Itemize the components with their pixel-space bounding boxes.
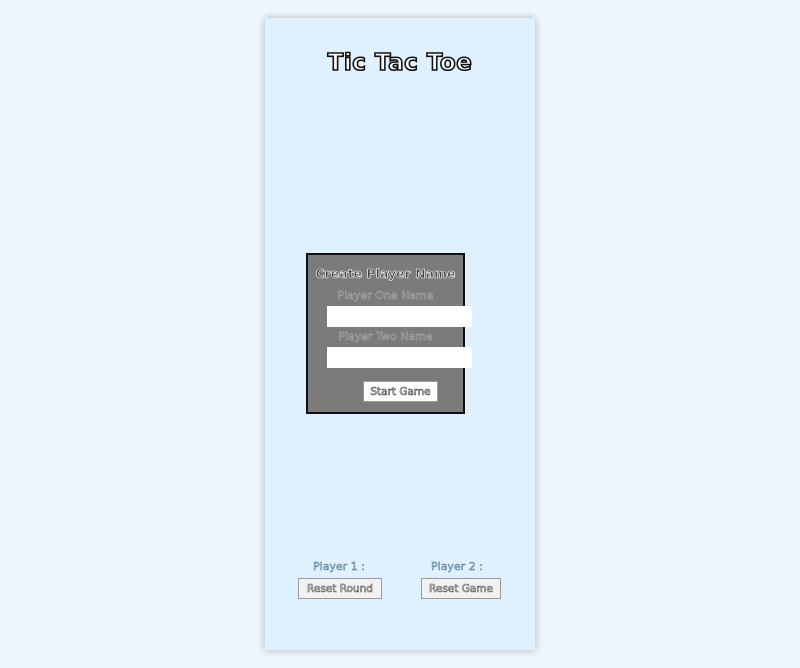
player-one-name-label: Player One Name xyxy=(337,289,434,302)
player-name-modal: Create Player Name Player One Name Playe… xyxy=(306,253,472,414)
player-one-score-label: Player 1 : xyxy=(313,560,365,573)
reset-round-button[interactable]: Reset Round xyxy=(298,578,382,599)
start-game-button[interactable]: Start Game xyxy=(363,381,438,402)
app-title: Tic Tac Toe xyxy=(327,49,473,77)
modal-heading: Create Player Name xyxy=(315,266,456,282)
player-two-score-label: Player 2 : xyxy=(431,560,483,573)
player-two-name-label: Player Two Name xyxy=(338,330,433,343)
player-two-name-input[interactable] xyxy=(327,347,472,368)
player-one-name-input[interactable] xyxy=(327,306,472,327)
game-card: Tic Tac Toe Create Player Name Player On… xyxy=(265,18,535,650)
reset-game-button[interactable]: Reset Game xyxy=(421,578,501,599)
